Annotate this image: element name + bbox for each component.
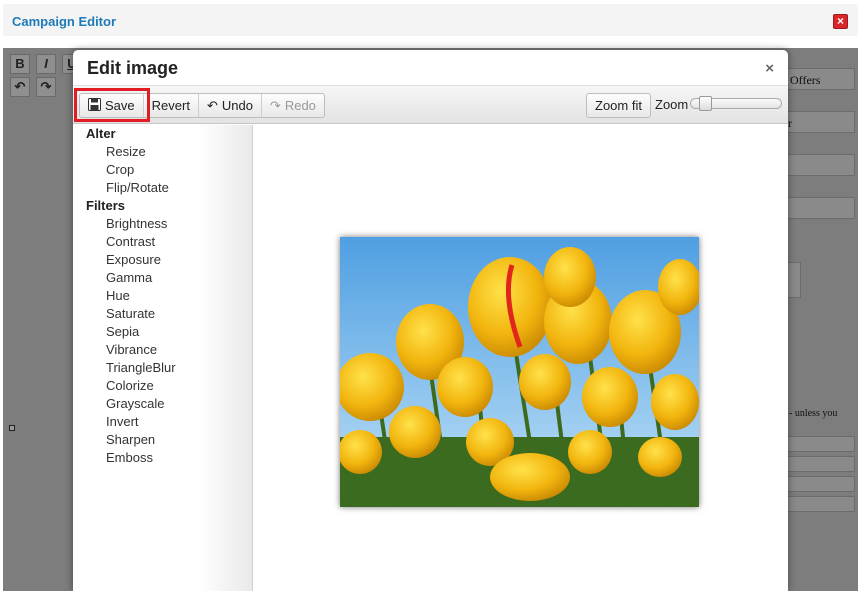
zoom-group: Zoom fit — [586, 93, 651, 118]
alter-section-title: Alter — [86, 126, 116, 141]
revert-label: Revert — [151, 98, 190, 113]
background-content-panel — [6, 98, 76, 548]
redo-label: Redo — [284, 98, 316, 113]
image-canvas — [254, 125, 788, 591]
background-field — [785, 476, 855, 492]
offers-label: Offers — [790, 73, 821, 87]
revert-button[interactable]: Revert — [144, 94, 199, 117]
dialog-title: Edit image — [87, 58, 179, 78]
edit-actions-group: Save Revert ↶ Undo ↷ Redo — [79, 93, 325, 118]
menu-item-triangleblur[interactable]: TriangleBlur — [73, 359, 252, 377]
background-field — [785, 154, 855, 176]
menu-item-brightness[interactable]: Brightness — [73, 215, 252, 233]
edit-image-dialog: Edit image × Save Revert ↶ Undo ↷ Redo Z… — [73, 50, 788, 591]
undo-icon: ↶ — [206, 98, 218, 113]
redo-icon: ↷ — [269, 98, 281, 113]
menu-item-colorize[interactable]: Colorize — [73, 377, 252, 395]
filters-section-title: Filters — [86, 198, 126, 213]
undo-icon: ↶ — [10, 77, 30, 97]
menu-item-hue[interactable]: Hue — [73, 287, 252, 305]
field-label: r — [788, 116, 792, 130]
menu-item-emboss[interactable]: Emboss — [73, 449, 252, 467]
save-label: Save — [105, 98, 135, 113]
background-field — [785, 496, 855, 512]
zoom-slider-thumb[interactable] — [699, 96, 712, 111]
floppy-disk-icon — [88, 98, 101, 113]
save-button[interactable]: Save — [80, 94, 144, 117]
background-text: - unless you — [789, 408, 838, 419]
close-icon[interactable]: × — [765, 60, 774, 77]
resize-handle — [9, 425, 15, 431]
background-offers-field: Offers — [785, 68, 855, 90]
zoom-slider[interactable] — [690, 96, 782, 111]
menu-item-invert[interactable]: Invert — [73, 413, 252, 431]
campaign-editor-header: Campaign Editor × — [3, 4, 858, 36]
menu-item-flip-rotate[interactable]: Flip/Rotate — [73, 179, 252, 197]
bold-button: B — [10, 54, 30, 74]
undo-label: Undo — [221, 98, 253, 113]
campaign-editor-title: Campaign Editor — [12, 14, 117, 29]
menu-item-resize[interactable]: Resize — [73, 143, 252, 161]
menu-item-vibrance[interactable]: Vibrance — [73, 341, 252, 359]
background-field — [785, 456, 855, 472]
undo-button[interactable]: ↶ Undo — [199, 94, 262, 117]
redo-icon: ↷ — [36, 77, 56, 97]
menu-item-saturate[interactable]: Saturate — [73, 305, 252, 323]
menu-item-sepia[interactable]: Sepia — [73, 323, 252, 341]
background-field: r — [785, 111, 855, 133]
background-field — [785, 197, 855, 219]
zoom-fit-label: Zoom fit — [595, 98, 642, 113]
menu-item-grayscale[interactable]: Grayscale — [73, 395, 252, 413]
redo-button[interactable]: ↷ Redo — [262, 94, 324, 117]
menu-item-exposure[interactable]: Exposure — [73, 251, 252, 269]
menu-item-contrast[interactable]: Contrast — [73, 233, 252, 251]
filter-sidebar: Alter Resize Crop Flip/Rotate Filters Br… — [73, 125, 253, 591]
menu-item-sharpen[interactable]: Sharpen — [73, 431, 252, 449]
zoom-fit-button[interactable]: Zoom fit — [587, 94, 650, 117]
dialog-header: Edit image × — [73, 50, 788, 86]
menu-item-gamma[interactable]: Gamma — [73, 269, 252, 287]
background-field — [785, 436, 855, 452]
zoom-label: Zoom — [655, 97, 689, 112]
close-icon[interactable]: × — [833, 14, 848, 29]
menu-item-crop[interactable]: Crop — [73, 161, 252, 179]
tulips-image[interactable] — [340, 237, 699, 507]
italic-button: I — [36, 54, 56, 74]
